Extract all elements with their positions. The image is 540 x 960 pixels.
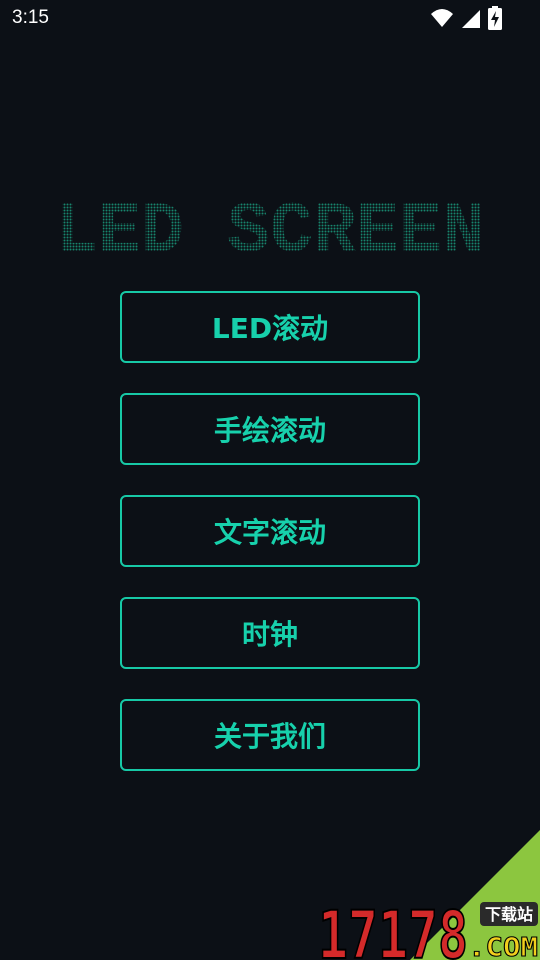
- about-us-button[interactable]: 关于我们: [120, 699, 420, 771]
- clock-button[interactable]: 时钟: [120, 597, 420, 669]
- status-bar: 3:15: [0, 0, 540, 38]
- led-scroll-button[interactable]: LED滚动: [120, 291, 420, 363]
- hand-draw-scroll-button[interactable]: 手绘滚动: [120, 393, 420, 465]
- watermark-badge: [480, 902, 538, 926]
- main-menu: LED滚动 手绘滚动 文字滚动 时钟 关于我们: [120, 291, 420, 801]
- led-scroll-label: LED滚动: [211, 312, 329, 345]
- hand-draw-scroll-label: 手绘滚动: [213, 414, 326, 447]
- wifi-icon: [431, 9, 453, 27]
- watermark-logo: 17178 .COM 下载站: [317, 830, 540, 960]
- led-screen-title: LED SCREEN: [55, 191, 485, 258]
- watermark-domain: .COM: [468, 933, 538, 960]
- watermark-green-corner: [410, 830, 540, 960]
- watermark-number: 17178: [318, 897, 468, 960]
- text-scroll-label: 文字滚动: [213, 516, 326, 549]
- watermark-badge-text: 下载站: [485, 905, 533, 924]
- cell-signal-icon: [462, 10, 480, 28]
- app-screen: 3:15 LED SCREEN LED滚动 手绘滚动 文字滚动 时钟 关于我们 …: [0, 0, 540, 960]
- text-scroll-button[interactable]: 文字滚动: [120, 495, 420, 567]
- status-time: 3:15: [12, 7, 49, 28]
- led-title-text: LED SCREEN: [55, 191, 485, 258]
- clock-label: 时钟: [241, 618, 298, 651]
- about-us-label: 关于我们: [213, 720, 326, 753]
- battery-charging-icon: [488, 6, 502, 30]
